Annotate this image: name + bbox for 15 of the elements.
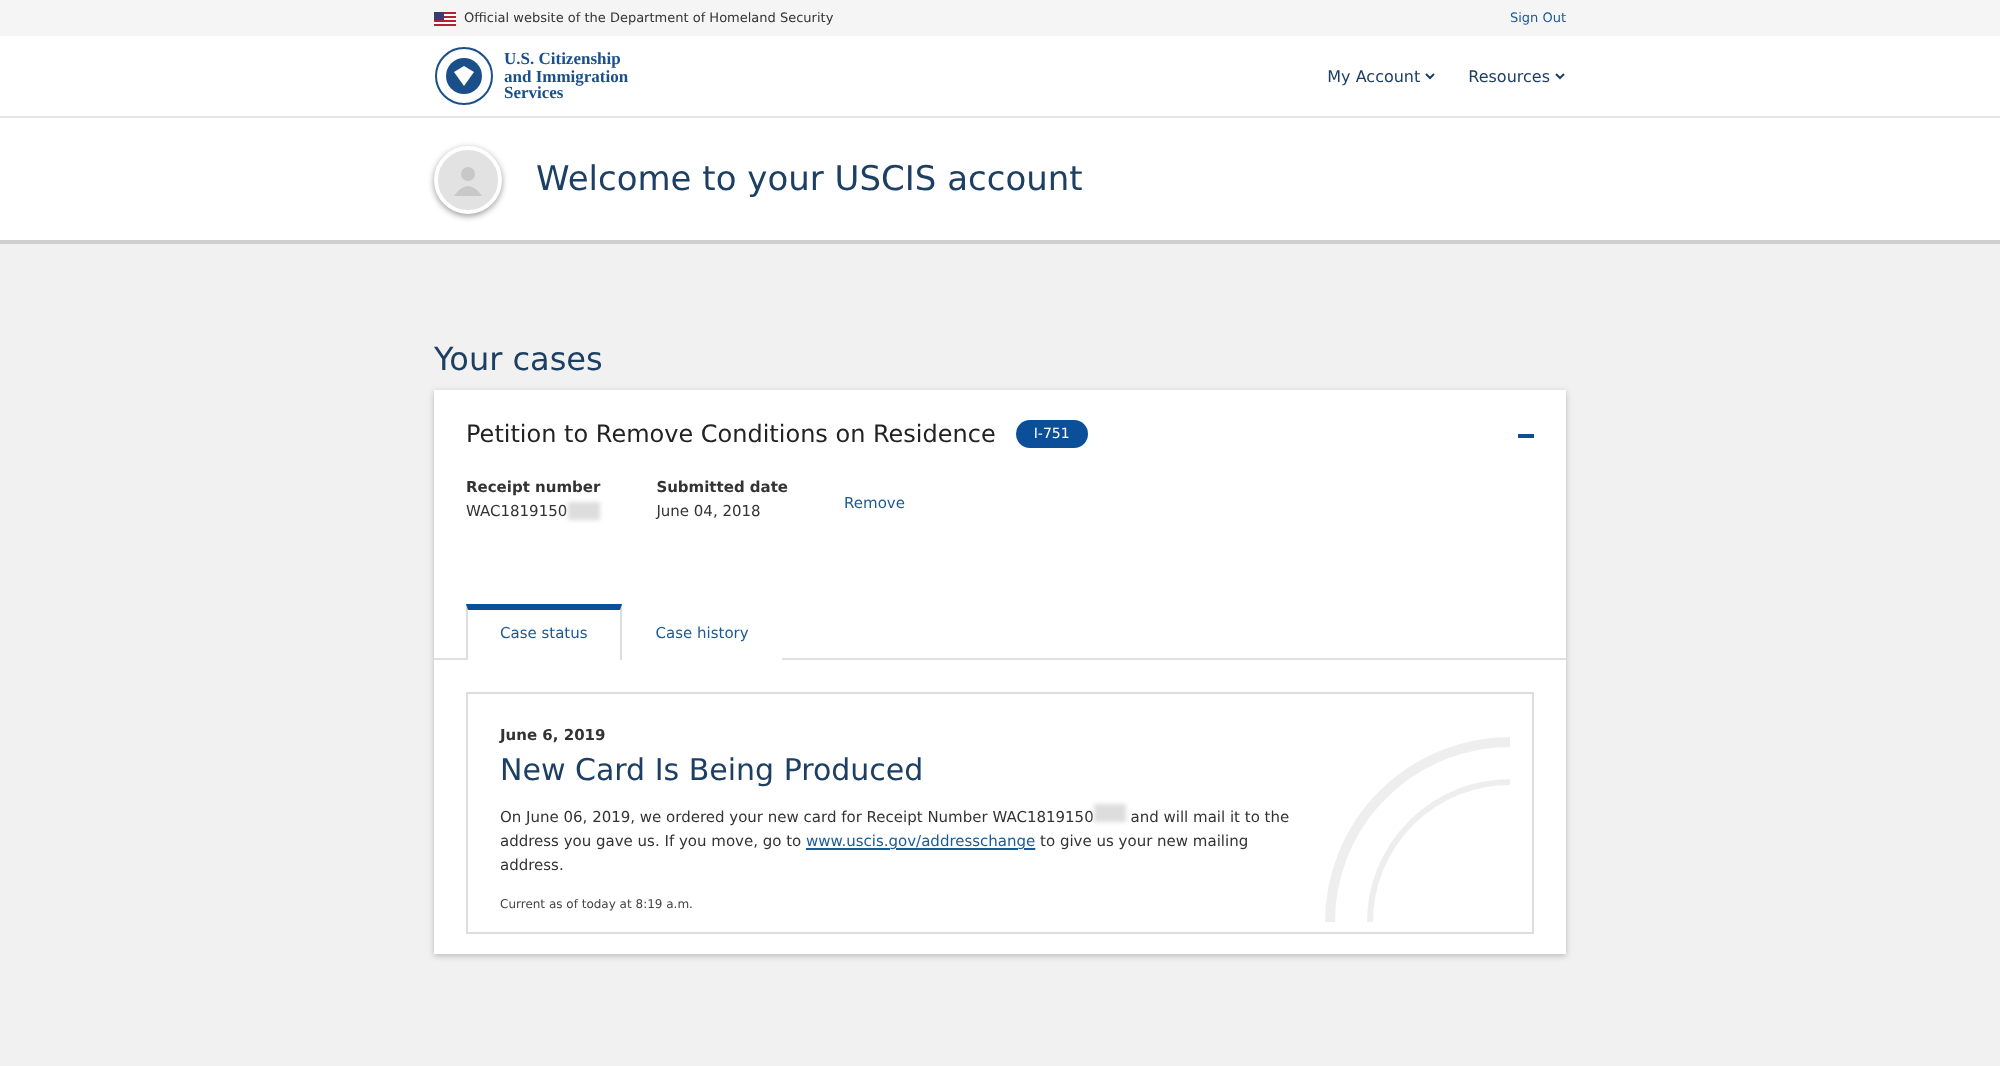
redacted-block — [567, 502, 600, 520]
chevron-down-icon — [1424, 72, 1437, 80]
avatar-icon — [434, 145, 502, 213]
welcome-title: Welcome to your USCIS account — [536, 159, 1083, 199]
flag-icon — [434, 11, 456, 25]
status-title: New Card Is Being Produced — [500, 752, 926, 788]
chevron-down-icon — [1554, 72, 1566, 80]
seal-logo-icon — [434, 46, 494, 106]
case-title: Petition to Remove Conditions on Residence — [466, 420, 996, 448]
cases-heading: Your cases — [434, 340, 605, 378]
redacted-block — [1093, 804, 1126, 822]
nav-menu-link[interactable]: Resources — [1468, 67, 1566, 85]
minus-icon — [1518, 428, 1534, 444]
nav-menu-link[interactable]: My Account — [1327, 67, 1437, 85]
agency-logo-text: U.S. Citizenship and Immigration Services — [504, 50, 629, 102]
